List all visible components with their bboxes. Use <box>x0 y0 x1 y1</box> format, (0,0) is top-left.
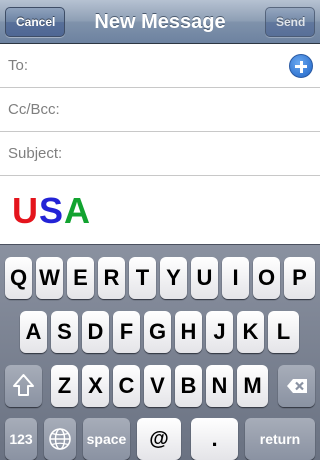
key-g[interactable]: G <box>144 311 171 353</box>
key-h[interactable]: H <box>175 311 202 353</box>
key-s[interactable]: S <box>51 311 78 353</box>
key-c[interactable]: C <box>113 365 140 407</box>
key-n[interactable]: N <box>206 365 233 407</box>
key-o[interactable]: O <box>253 257 280 299</box>
key-e[interactable]: E <box>67 257 94 299</box>
to-field[interactable]: To: <box>0 44 320 88</box>
ccbcc-field[interactable]: Cc/Bcc: <box>0 88 320 132</box>
key-z[interactable]: Z <box>51 365 78 407</box>
page-title: New Message <box>94 11 226 33</box>
key-j[interactable]: J <box>206 311 233 353</box>
key-a[interactable]: A <box>20 311 47 353</box>
key-w[interactable]: W <box>36 257 63 299</box>
key-x[interactable]: X <box>82 365 109 407</box>
message-body[interactable]: USA <box>12 190 91 234</box>
key-m[interactable]: M <box>237 365 268 407</box>
ccbcc-label: Cc/Bcc: <box>8 101 60 118</box>
key-i[interactable]: I <box>222 257 249 299</box>
numbers-key[interactable]: 123 <box>5 418 37 460</box>
key-l[interactable]: L <box>268 311 299 353</box>
delete-icon <box>287 379 307 393</box>
key-q[interactable]: Q <box>5 257 32 299</box>
globe-icon <box>49 428 71 450</box>
subject-label: Subject: <box>8 145 63 162</box>
key-t[interactable]: T <box>129 257 156 299</box>
key-f[interactable]: F <box>113 311 140 353</box>
key-y[interactable]: Y <box>160 257 187 299</box>
shift-icon <box>13 374 34 396</box>
cancel-button[interactable]: Cancel <box>5 7 65 37</box>
key-d[interactable]: D <box>82 311 109 353</box>
body-letter-s: S <box>39 190 65 231</box>
space-key[interactable]: space <box>83 418 130 460</box>
key-v[interactable]: V <box>144 365 171 407</box>
key-r[interactable]: R <box>98 257 125 299</box>
body-letter-u: U <box>12 190 39 231</box>
dot-key[interactable]: . <box>191 418 238 460</box>
globe-key[interactable] <box>44 418 76 460</box>
key-p[interactable]: P <box>284 257 315 299</box>
navigation-bar: Cancel New Message Send <box>0 0 320 44</box>
keyboard: Q W E R T Y U I O P A S D F G H J K L Z … <box>0 244 320 460</box>
return-key[interactable]: return <box>245 418 315 460</box>
delete-key[interactable] <box>278 365 315 407</box>
key-b[interactable]: B <box>175 365 202 407</box>
key-u[interactable]: U <box>191 257 218 299</box>
add-contact-icon[interactable] <box>289 54 313 78</box>
at-key[interactable]: @ <box>137 418 181 460</box>
subject-field[interactable]: Subject: <box>0 132 320 176</box>
key-k[interactable]: K <box>237 311 264 353</box>
shift-key[interactable] <box>5 365 42 407</box>
body-letter-a: A <box>64 190 92 231</box>
send-button[interactable]: Send <box>265 7 315 37</box>
to-label: To: <box>8 57 29 74</box>
